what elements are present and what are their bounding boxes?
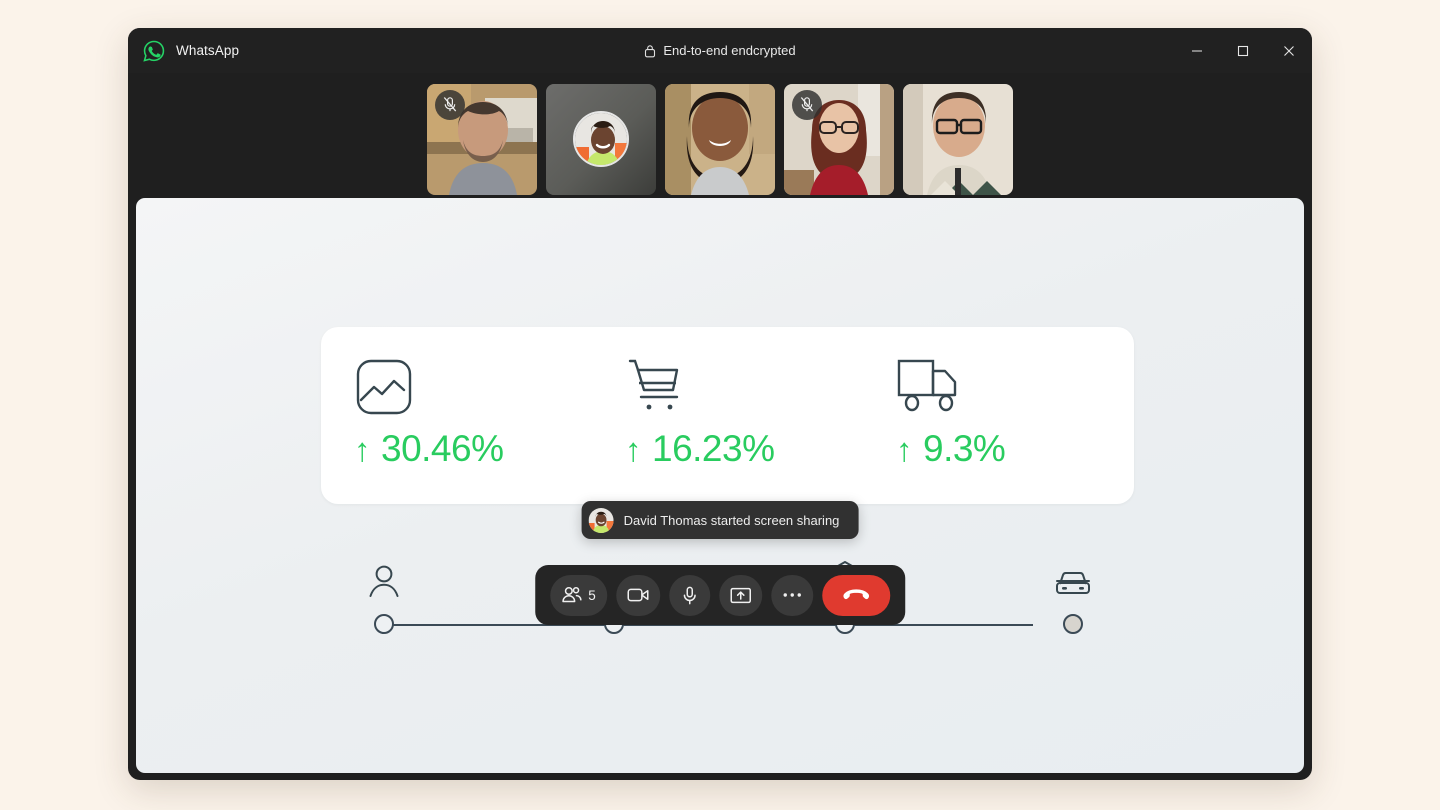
- phone-hangup-icon: [842, 589, 869, 600]
- kpi-item: ↑ 30.46%: [321, 327, 592, 504]
- kpi-number: 16.23%: [652, 428, 775, 469]
- avatar: [573, 111, 629, 167]
- toast-message: David Thomas started screen sharing: [623, 512, 840, 528]
- app-title: WhatsApp: [176, 43, 240, 58]
- trend-up-arrow-icon: ↑: [354, 431, 371, 468]
- whatsapp-logo-icon: [143, 40, 165, 62]
- more-options-button[interactable]: [770, 574, 813, 616]
- microphone-muted-icon: [800, 97, 814, 112]
- participants-button[interactable]: 5: [550, 574, 607, 616]
- shared-screen: ↑ 30.46% ↑ 16.23% ↑ 9.3%: [136, 198, 1304, 773]
- ellipsis-icon: [783, 593, 801, 597]
- app-brand: WhatsApp: [128, 40, 239, 62]
- kpi-card: ↑ 30.46% ↑ 16.23% ↑ 9.3%: [321, 327, 1134, 504]
- trend-up-arrow-icon: ↑: [896, 431, 913, 468]
- kpi-value: ↑ 30.46%: [354, 428, 592, 470]
- toast-avatar: [588, 507, 614, 533]
- lock-icon: [644, 44, 656, 58]
- encryption-indicator: End-to-end endcrypted: [128, 28, 1312, 73]
- people-icon: [562, 586, 582, 602]
- person-icon: [369, 548, 400, 598]
- delivery-truck-icon: [896, 356, 1134, 418]
- participant-tile[interactable]: [665, 83, 775, 195]
- whatsapp-window: WhatsApp End-to-end endcrypted ↑ 30.46% …: [128, 28, 1312, 780]
- participant-tile[interactable]: [427, 83, 537, 195]
- video-camera-icon: [627, 588, 649, 602]
- camera-button[interactable]: [615, 574, 660, 616]
- stepper-node[interactable]: [1063, 614, 1083, 634]
- microphone-icon: [683, 586, 696, 604]
- end-call-button[interactable]: [821, 574, 890, 616]
- participant-tile[interactable]: [903, 83, 1013, 195]
- kpi-item: ↑ 9.3%: [863, 327, 1134, 504]
- kpi-value: ↑ 16.23%: [625, 428, 863, 470]
- share-screen-button[interactable]: [718, 574, 762, 616]
- participants-count: 5: [588, 587, 596, 603]
- shopping-cart-icon: [625, 356, 863, 418]
- kpi-value: ↑ 9.3%: [896, 428, 1134, 470]
- call-control-bar: 5: [535, 565, 905, 625]
- microphone-button[interactable]: [668, 574, 710, 616]
- participant-tile[interactable]: [546, 83, 656, 195]
- title-bar: WhatsApp End-to-end endcrypted: [128, 28, 1312, 73]
- participant-strip: [128, 73, 1312, 205]
- participant-tile[interactable]: [784, 83, 894, 195]
- kpi-number: 30.46%: [381, 428, 504, 469]
- trend-up-arrow-icon: ↑: [625, 431, 642, 468]
- screen-share-toast: David Thomas started screen sharing: [581, 501, 859, 539]
- maximize-button[interactable]: [1220, 28, 1266, 73]
- minimize-button[interactable]: [1174, 28, 1220, 73]
- window-controls: [1174, 28, 1312, 73]
- line-chart-icon: [354, 356, 592, 418]
- mic-muted-badge: [435, 89, 465, 120]
- screen: WhatsApp End-to-end endcrypted ↑ 30.46% …: [0, 0, 1440, 810]
- encryption-label: End-to-end endcrypted: [663, 43, 796, 58]
- car-icon: [1055, 548, 1091, 598]
- share-screen-icon: [730, 587, 751, 603]
- microphone-muted-icon: [443, 97, 457, 112]
- kpi-number: 9.3%: [923, 428, 1006, 469]
- mic-muted-badge: [792, 89, 822, 120]
- kpi-item: ↑ 16.23%: [592, 327, 863, 504]
- stepper-node[interactable]: [374, 614, 394, 634]
- close-button[interactable]: [1266, 28, 1312, 73]
